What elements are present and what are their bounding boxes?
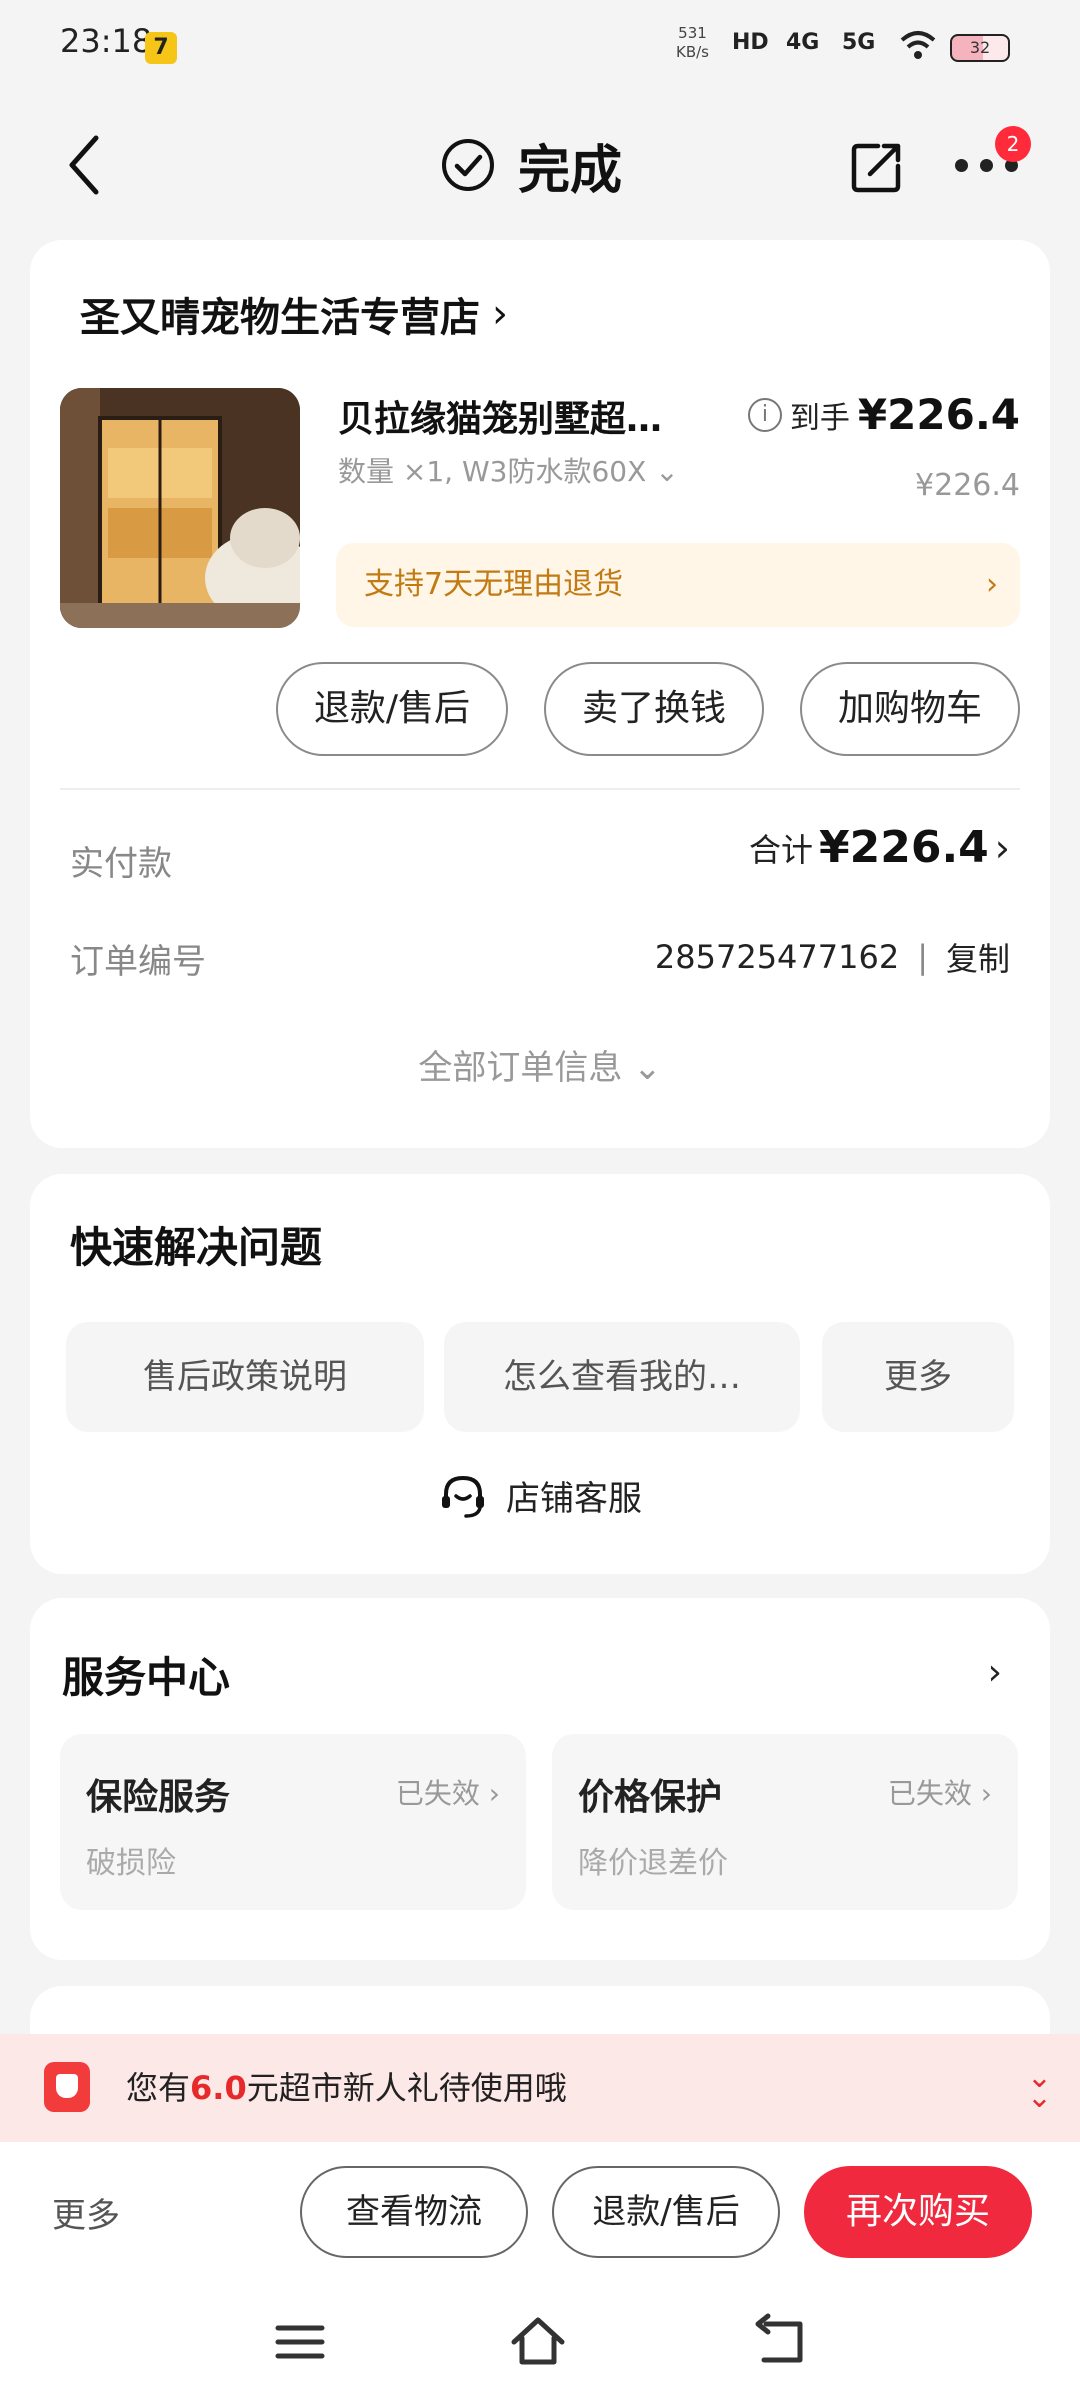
info-icon[interactable]: i xyxy=(747,397,782,432)
gift-icon xyxy=(44,2062,90,2112)
dot xyxy=(955,158,968,172)
back-icon[interactable] xyxy=(750,2312,810,2372)
promo-amount: 6.0 xyxy=(190,2069,247,2107)
refund-button[interactable]: 退款/售后 xyxy=(552,2166,780,2258)
more-actions-button[interactable]: 更多 xyxy=(52,2188,120,2237)
order-card: 圣又晴宠物生活专营店 › 贝拉缘猫笼别墅超… 数量 ×1, W3防水款60X ⌄… xyxy=(30,240,1050,1148)
total-row[interactable]: 合计 ¥226.4 › xyxy=(749,822,1010,873)
divider xyxy=(60,788,1020,790)
paid-label: 实付款 xyxy=(70,844,172,884)
net-speed-value: 531 xyxy=(678,24,707,42)
how-to-view-chip[interactable]: 怎么查看我的… xyxy=(444,1322,800,1432)
sell-button[interactable]: 卖了换钱 xyxy=(543,662,764,756)
price-protection-item[interactable]: 价格保护 已失效 › 降价退差价 xyxy=(552,1734,1018,1910)
signal-4g-icon: 4G xyxy=(786,30,820,55)
view-logistics-button[interactable]: 查看物流 xyxy=(300,2166,528,2258)
status-bar: 23:18 7 531 KB/s HD 4G 5G 32 xyxy=(0,0,1080,90)
check-circle-icon xyxy=(442,139,494,191)
signal-5g-icon: 5G xyxy=(842,30,876,55)
battery-icon: 32 xyxy=(950,34,1010,62)
product-spec-text: 数量 ×1, W3防水款60X xyxy=(338,455,647,488)
add-to-cart-button[interactable]: 加购物车 xyxy=(799,662,1020,756)
product-image[interactable] xyxy=(60,388,300,628)
app-notification-icon: 7 xyxy=(145,32,177,64)
final-price: ¥226.4 xyxy=(857,390,1020,439)
shop-link[interactable]: 圣又晴宠物生活专营店 › xyxy=(80,285,508,343)
buy-again-button[interactable]: 再次购买 xyxy=(804,2166,1032,2258)
net-speed: 531 KB/s xyxy=(676,24,709,62)
chevron-right-icon: › xyxy=(994,825,1010,870)
order-number-label: 订单编号 xyxy=(70,942,206,982)
promo-banner[interactable]: 您有6.0元超市新人礼待使用哦 ⌄ ⌄ xyxy=(0,2034,1080,2142)
copy-button[interactable]: 复制 xyxy=(946,934,1010,980)
chevron-right-icon: › xyxy=(492,291,508,337)
all-order-info-label: 全部订单信息 xyxy=(418,1048,623,1088)
hd-icon: HD xyxy=(732,30,769,55)
status-time: 23:18 xyxy=(60,22,153,60)
product-spec[interactable]: 数量 ×1, W3防水款60X ⌄ xyxy=(338,450,679,490)
more-notification-badge: 2 xyxy=(995,126,1031,162)
wifi-icon xyxy=(900,31,936,59)
quick-help-title: 快速解决问题 xyxy=(70,1223,323,1272)
refund-aftersale-button[interactable]: 退款/售后 xyxy=(275,662,508,756)
chevron-down-icon: ⌄ xyxy=(633,1048,662,1088)
bottom-action-bar: 更多 查看物流 退款/售后 再次购买 xyxy=(0,2142,1080,2282)
product-name[interactable]: 贝拉缘猫笼别墅超… xyxy=(338,390,738,442)
chevron-right-icon[interactable]: › xyxy=(988,1652,1002,1693)
service-center-title: 服务中心 xyxy=(62,1653,231,1702)
dot xyxy=(980,158,993,172)
home-icon[interactable] xyxy=(508,2312,568,2372)
more-help-chip[interactable]: 更多 xyxy=(822,1322,1014,1432)
service-sub: 破损险 xyxy=(86,1846,176,1881)
share-icon[interactable] xyxy=(848,138,906,196)
chevron-down-icon: ⌄ xyxy=(655,455,679,488)
total-amount: ¥226.4 xyxy=(819,822,989,873)
service-status: 已失效 › xyxy=(395,1777,500,1810)
original-price: ¥226.4 xyxy=(915,468,1020,503)
back-arrow-icon[interactable] xyxy=(60,130,110,200)
all-order-info-toggle[interactable]: 全部订单信息 ⌄ xyxy=(30,1040,1050,1089)
final-price-row: i 到手 ¥226.4 xyxy=(747,390,1020,439)
order-number-row: 285725477162 | 复制 xyxy=(655,934,1010,980)
chevron-right-icon: › xyxy=(986,567,998,602)
order-actions: 退款/售后 卖了换钱 加购物车 xyxy=(275,662,1020,756)
promo-text: 您有6.0元超市新人礼待使用哦 xyxy=(126,2034,567,2142)
service-sub: 降价退差价 xyxy=(578,1846,728,1881)
promo-text-after: 元超市新人礼待使用哦 xyxy=(246,2069,567,2107)
order-number: 285725477162 xyxy=(654,938,900,976)
top-nav: 完成 xyxy=(0,100,1080,230)
shop-name: 圣又晴宠物生活专营店 xyxy=(80,295,480,341)
price-label: 到手 xyxy=(789,400,850,436)
promo-text-before: 您有 xyxy=(126,2069,191,2107)
service-center-card: 服务中心 › 保险服务 已失效 › 破损险 价格保护 已失效 › 降价退差价 xyxy=(30,1598,1050,1960)
store-customer-service-label: 店铺客服 xyxy=(506,1478,642,1519)
quick-help-card: 快速解决问题 售后政策说明 怎么查看我的… 更多 店铺客服 xyxy=(30,1174,1050,1574)
service-status-text: 已失效 xyxy=(395,1777,480,1810)
total-prefix: 合计 xyxy=(748,830,813,869)
menu-icon[interactable] xyxy=(270,2312,330,2372)
return-policy-text: 支持7天无理由退货 xyxy=(364,567,624,602)
service-status: 已失效 › xyxy=(887,1777,992,1810)
double-chevron-down-icon[interactable]: ⌄ ⌄ xyxy=(1027,2063,1052,2113)
aftersale-policy-chip[interactable]: 售后政策说明 xyxy=(66,1322,424,1432)
net-speed-unit: KB/s xyxy=(676,43,709,61)
separator: | xyxy=(917,938,928,976)
service-status-text: 已失效 xyxy=(887,1777,972,1810)
service-name: 保险服务 xyxy=(86,1777,231,1818)
product-photo xyxy=(60,388,300,628)
page-title: 完成 xyxy=(518,140,623,201)
system-nav-bar xyxy=(0,2282,1080,2404)
store-customer-service[interactable]: 店铺客服 xyxy=(30,1470,1050,1520)
service-name: 价格保护 xyxy=(578,1777,723,1818)
headset-icon xyxy=(442,1475,484,1518)
insurance-service-item[interactable]: 保险服务 已失效 › 破损险 xyxy=(60,1734,526,1910)
return-policy-banner[interactable]: 支持7天无理由退货 › xyxy=(336,543,1020,627)
nav-title-group: 完成 xyxy=(440,125,622,205)
